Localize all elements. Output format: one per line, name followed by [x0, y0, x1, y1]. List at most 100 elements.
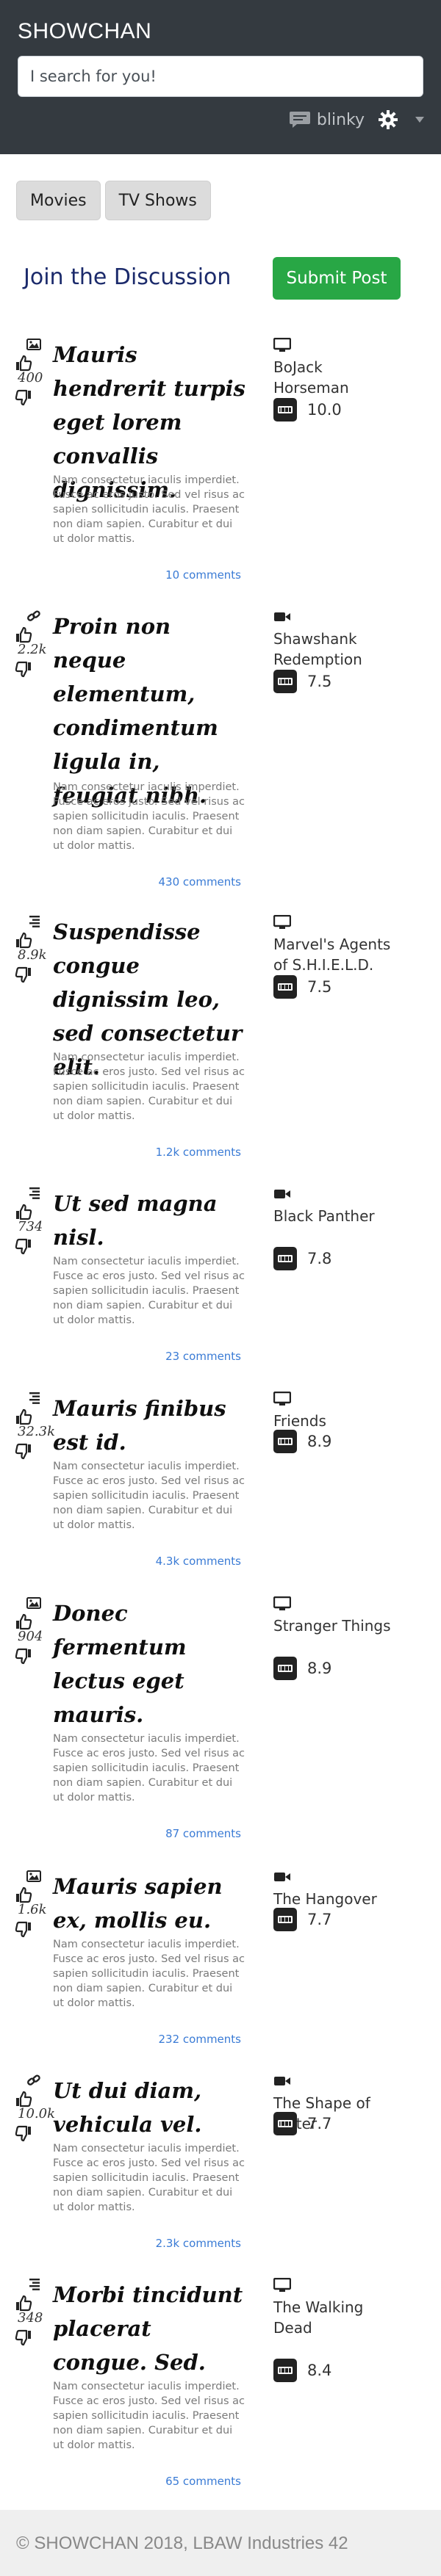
- rating-value: 8.9: [307, 1660, 332, 1677]
- thumbs-up-icon[interactable]: [15, 931, 32, 949]
- show-title[interactable]: Stranger Things: [273, 1616, 398, 1636]
- post-comments-link[interactable]: 87 comments: [53, 1827, 241, 1840]
- text-lines-icon: [26, 1392, 41, 1405]
- thumbs-down-icon[interactable]: [15, 389, 32, 407]
- tv-icon: [273, 2277, 292, 2293]
- thumbs-down-icon[interactable]: [15, 1443, 32, 1461]
- imdb-rating: 7.7: [273, 1908, 331, 1931]
- search-box[interactable]: [18, 56, 423, 97]
- search-input[interactable]: [30, 68, 411, 85]
- username[interactable]: blinky: [317, 111, 365, 129]
- imdb-icon: [273, 398, 297, 422]
- rating-value: 8.9: [307, 1433, 332, 1450]
- post-score: 734: [18, 1219, 43, 1234]
- post-comments-link[interactable]: 232 comments: [53, 2033, 241, 2046]
- tv-icon: [273, 337, 292, 352]
- tab-tv-shows[interactable]: TV Shows: [104, 181, 211, 220]
- imdb-rating: 8.4: [273, 2359, 331, 2382]
- chat-icon: [289, 112, 310, 128]
- post-comments-link[interactable]: 2.3k comments: [53, 2237, 241, 2250]
- thumbs-down-icon[interactable]: [15, 966, 32, 984]
- image-icon: [26, 1870, 41, 1883]
- post-comments-link[interactable]: 1.2k comments: [53, 1146, 241, 1159]
- thumbs-up-icon[interactable]: [15, 354, 32, 372]
- video-camera-icon: [273, 1870, 291, 1884]
- post-card: 32.3k Mauris finibus est id. Nam consect…: [0, 1391, 441, 1577]
- thumbs-down-icon[interactable]: [15, 661, 32, 679]
- post-card: 734 Ut sed magna nisl. Nam consectetur i…: [0, 1187, 441, 1372]
- rating-value: 7.8: [307, 1250, 332, 1267]
- post-excerpt: Nam consectetur iaculis imperdiet. Fusce…: [53, 2381, 245, 2451]
- imdb-icon: [273, 975, 297, 999]
- show-title[interactable]: BoJack Horseman: [273, 357, 398, 398]
- user-menu[interactable]: blinky: [289, 109, 425, 131]
- post-title[interactable]: Donec fermentum lectus eget mauris.: [53, 1596, 250, 1732]
- post-title[interactable]: Mauris sapien ex, mollis eu.: [53, 1870, 250, 1937]
- thumbs-up-icon[interactable]: [15, 1203, 32, 1220]
- thumbs-up-icon[interactable]: [15, 1408, 32, 1425]
- rating-value: 7.7: [307, 2115, 332, 2132]
- link-icon: [26, 2074, 41, 2087]
- tv-icon: [273, 1391, 292, 1406]
- text-lines-icon: [26, 2278, 41, 2291]
- thumbs-up-icon[interactable]: [15, 1886, 32, 1903]
- imdb-icon: [273, 1430, 297, 1453]
- brand-logo[interactable]: SHOWCHAN: [18, 19, 151, 44]
- show-title[interactable]: Shawshank Redemption: [273, 629, 398, 670]
- imdb-icon: [273, 1247, 297, 1270]
- category-tabs: Movies TV Shows: [16, 181, 211, 220]
- post-title[interactable]: Ut dui diam, vehicula vel.: [53, 2074, 250, 2141]
- post-comments-link[interactable]: 430 comments: [53, 875, 241, 889]
- post-score: 400: [18, 370, 43, 386]
- tv-icon: [273, 1596, 292, 1611]
- rating-value: 10.0: [307, 401, 342, 419]
- rating-value: 8.4: [307, 2362, 332, 2379]
- video-camera-icon: [273, 1187, 291, 1201]
- show-title[interactable]: The Hangover: [273, 1889, 398, 1909]
- post-comments-link[interactable]: 23 comments: [53, 1350, 241, 1363]
- show-title[interactable]: Marvel's Agents of S.H.I.E.L.D.: [273, 934, 398, 975]
- post-title[interactable]: Morbi tincidunt placerat congue. Sed.: [53, 2278, 250, 2379]
- text-lines-icon: [26, 1187, 41, 1200]
- post-excerpt: Nam consectetur iaculis imperdiet. Fusce…: [53, 1733, 245, 1803]
- thumbs-down-icon[interactable]: [15, 1238, 32, 1256]
- thumbs-up-icon[interactable]: [15, 2090, 32, 2108]
- thumbs-up-icon[interactable]: [15, 626, 32, 643]
- post-card: 2.2k Proin non neque elementum, condimen…: [0, 609, 441, 897]
- caret-down-icon[interactable]: [415, 116, 425, 123]
- thumbs-down-icon[interactable]: [15, 2329, 32, 2347]
- post-excerpt: Nam consectetur iaculis imperdiet. Fusce…: [53, 1461, 245, 1531]
- imdb-rating: 8.9: [273, 1657, 331, 1680]
- thumbs-up-icon[interactable]: [15, 1613, 32, 1630]
- gear-icon[interactable]: [378, 109, 398, 130]
- post-card: 10.0k Ut dui diam, vehicula vel. Nam con…: [0, 2074, 441, 2259]
- post-comments-link[interactable]: 4.3k comments: [53, 1555, 241, 1568]
- imdb-rating: 10.0: [273, 398, 342, 422]
- imdb-icon: [273, 1657, 297, 1680]
- post-comments-link[interactable]: 65 comments: [53, 2475, 241, 2488]
- post-excerpt: Nam consectetur iaculis imperdiet. Fusce…: [53, 1939, 245, 2009]
- tab-movies[interactable]: Movies: [16, 181, 101, 220]
- post-score: 1.6k: [18, 1902, 47, 1917]
- rating-value: 7.7: [307, 1911, 332, 1928]
- show-title[interactable]: Friends: [273, 1411, 398, 1431]
- thumbs-down-icon[interactable]: [15, 1648, 32, 1665]
- imdb-rating: 7.7: [273, 2112, 331, 2135]
- post-score: 2.2k: [18, 642, 47, 657]
- post-excerpt: Nam consectetur iaculis imperdiet. Fusce…: [53, 474, 245, 545]
- submit-post-button[interactable]: Submit Post: [273, 257, 401, 300]
- post-title[interactable]: Ut sed magna nisl.: [53, 1187, 250, 1254]
- post-title[interactable]: Mauris finibus est id.: [53, 1392, 250, 1459]
- show-title[interactable]: Black Panther: [273, 1206, 398, 1226]
- show-title[interactable]: The Walking Dead: [273, 2297, 398, 2338]
- post-card: 348 Morbi tincidunt placerat congue. Sed…: [0, 2277, 441, 2497]
- imdb-icon: [273, 670, 297, 693]
- rating-value: 7.5: [307, 978, 332, 996]
- thumbs-up-icon[interactable]: [15, 2294, 32, 2312]
- post-excerpt: Nam consectetur iaculis imperdiet. Fusce…: [53, 2143, 245, 2213]
- post-comments-link[interactable]: 10 comments: [53, 568, 241, 582]
- link-icon: [26, 609, 41, 623]
- post-card: 904 Donec fermentum lectus eget mauris. …: [0, 1596, 441, 1849]
- thumbs-down-icon[interactable]: [15, 2125, 32, 2143]
- thumbs-down-icon[interactable]: [15, 1921, 32, 1939]
